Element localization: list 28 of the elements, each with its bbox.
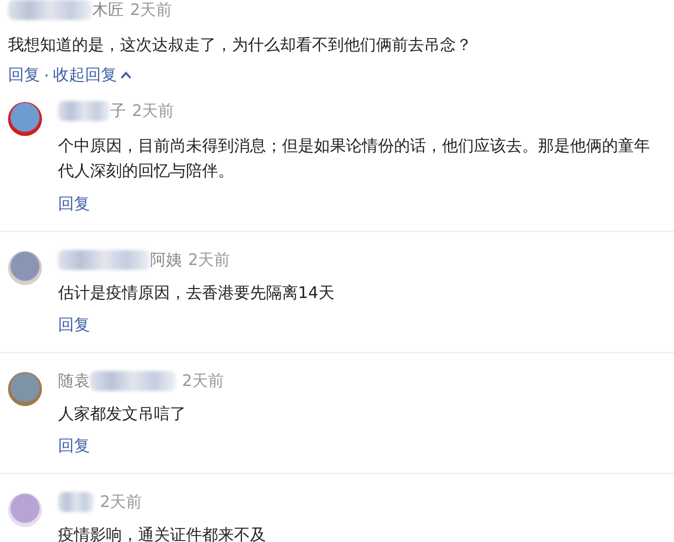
- author-name[interactable]: 木匠: [92, 0, 124, 20]
- comment-text: 人家都发文吊唁了: [58, 403, 187, 425]
- author-name[interactable]: 阿姨: [150, 250, 182, 270]
- reply-link[interactable]: 回复: [58, 436, 90, 457]
- separator-dot: ·: [44, 66, 50, 84]
- reply-link[interactable]: 回复: [58, 194, 90, 215]
- comment-time: 2天前: [188, 250, 230, 270]
- comment-time: 2天前: [130, 0, 172, 20]
- blur-mask: [58, 492, 94, 512]
- author-name[interactable]: 子: [110, 100, 126, 122]
- reply-link[interactable]: 回复: [8, 64, 40, 86]
- comment-text: 我想知道的是，这次达叔走了，为什么却看不到他们俩前去吊念？: [8, 34, 473, 56]
- reply-link[interactable]: 回复: [58, 315, 90, 336]
- comment-time: 2天前: [182, 370, 224, 392]
- collapse-replies-link[interactable]: 收起回复: [53, 64, 132, 86]
- comment-time: 2天前: [132, 100, 174, 122]
- blur-mask: [58, 101, 110, 121]
- comment-time: 2天前: [100, 492, 142, 512]
- comment-text: 疫情影响，通关证件都来不及: [58, 524, 266, 542]
- avatar[interactable]: [8, 251, 42, 285]
- avatar[interactable]: [8, 102, 42, 136]
- comment-text: 代人深刻的回忆与陪伴。: [58, 160, 235, 182]
- avatar[interactable]: [8, 493, 42, 527]
- avatar[interactable]: [8, 372, 42, 406]
- comment-text: 个中原因，目前尚未得到消息；但是如果论情份的话，他们应该去。那是他俩的童年: [58, 135, 650, 157]
- author-name[interactable]: 随袁: [58, 370, 90, 392]
- comment-text: 估计是疫情原因，去香港要先隔离14天: [58, 282, 334, 304]
- caret-icon: [120, 71, 132, 79]
